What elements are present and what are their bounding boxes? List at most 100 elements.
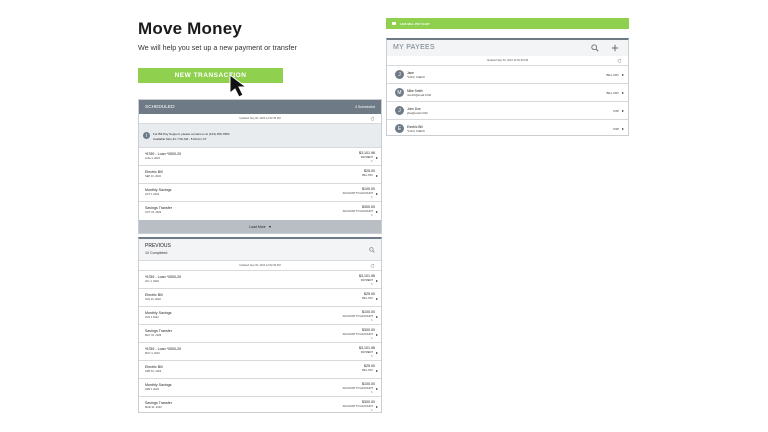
transaction-row[interactable]: Electric Bill JUN 10, 2022 $25.00 BILL PAY <box>139 288 381 306</box>
payee-avatar: J <box>395 106 404 115</box>
chevron-right-icon <box>376 352 378 354</box>
live-chat-label: LIVE BILL PAY CHAT <box>400 21 430 26</box>
chevron-right-icon <box>376 193 378 195</box>
payee-name: Jane <box>407 71 414 75</box>
new-transaction-button[interactable]: NEW TRANSACTION <box>138 68 283 83</box>
transaction-row[interactable]: *6789 - Loan *0500-20 AUG 4, 2022 $3,101.9… <box>139 147 381 165</box>
transaction-type: ACCOUNT TO ACCOUNT <box>342 192 373 195</box>
transaction-amount: $100.00 <box>362 187 375 191</box>
chevron-right-icon <box>376 211 378 213</box>
chevron-right-icon <box>622 74 624 76</box>
transaction-date: JUN 1 2022 <box>145 316 159 319</box>
page-title: Move Money <box>138 19 243 38</box>
plus-icon[interactable] <box>611 44 619 52</box>
transaction-amount: $300.00 <box>362 205 375 209</box>
transaction-name: Electric Bill <box>145 365 163 369</box>
transaction-date: MAY 31, 2022 <box>145 334 162 337</box>
transaction-date: JUL 4, 2022 <box>145 280 159 283</box>
transaction-type: PAYMENT <box>360 156 373 159</box>
payee-row[interactable]: J Jane *1234 | CHECK BILL PAY <box>387 65 628 83</box>
transaction-row[interactable]: Electric Bill APR 10, 2022 $25.00 BILL PAY <box>139 360 381 378</box>
payee-method: BILL PAY <box>606 73 619 77</box>
transaction-row[interactable]: Monthly Savings OCT 1 2022 $100.00 ACCOUNT … <box>139 183 381 201</box>
edit-icon[interactable]: ✎ <box>371 283 373 286</box>
payee-account: jdoe@email.COM <box>407 111 428 115</box>
chevron-right-icon <box>376 280 378 282</box>
transaction-name: Monthly Savings <box>145 311 172 315</box>
load-more-button[interactable]: Load More <box>139 220 381 233</box>
transaction-amount: $3,101.96 <box>359 274 375 278</box>
payee-method: BILL PAY <box>606 91 619 95</box>
transaction-row[interactable]: Monthly Savings APR 1 2022 $100.00 ACCOUNT … <box>139 378 381 396</box>
load-more-label: Load More <box>249 224 266 229</box>
chevron-right-icon <box>376 298 378 300</box>
transaction-type: ACCOUNT TO ACCOUNT <box>342 387 373 390</box>
edit-icon[interactable]: ✎ <box>371 160 373 163</box>
chevron-right-icon <box>376 406 378 408</box>
transaction-amount: $3,101.96 <box>359 151 375 155</box>
support-notice-line2: Available Mon-Fri 7:00 AM - 5:00 Am CT <box>153 137 207 141</box>
chevron-right-icon <box>622 110 624 112</box>
scheduled-updated-text: Updated Sep 30, 2024 12:52:39 PM <box>239 117 281 120</box>
payees-header: MY PAYEES <box>387 40 628 56</box>
chevron-right-icon <box>376 388 378 390</box>
transaction-amount: $100.00 <box>362 310 375 314</box>
edit-icon[interactable]: ✎ <box>371 214 373 217</box>
scheduled-list: *6789 - Loan *0500-20 AUG 4, 2022 $3,101.9… <box>139 147 381 219</box>
transaction-date: MAY 4, 2022 <box>145 352 160 355</box>
transaction-name: Electric Bill <box>145 293 163 297</box>
transaction-type: BILL PAY <box>362 369 373 372</box>
search-icon[interactable] <box>369 247 375 253</box>
transaction-row[interactable]: Electric Bill SEP 10, 2022 $25.00 BILL PAY <box>139 165 381 183</box>
refresh-icon[interactable] <box>617 58 622 63</box>
scheduled-title: SCHEDULED <box>145 104 175 110</box>
transaction-name: Monthly Savings <box>145 188 172 192</box>
payee-method: P2P <box>613 109 619 113</box>
edit-icon[interactable]: ✎ <box>371 196 373 199</box>
transaction-name: Monthly Savings <box>145 383 172 387</box>
transaction-type: PAYMENT <box>360 351 373 354</box>
edit-icon[interactable]: ✎ <box>371 391 373 394</box>
payee-row[interactable]: J John Doe jdoe@email.COM P2P <box>387 101 628 119</box>
transaction-type: ACCOUNT TO ACCOUNT <box>342 405 373 408</box>
info-icon: i <box>143 132 150 139</box>
payee-method: P2P <box>613 127 619 131</box>
cursor-icon <box>229 74 248 98</box>
transaction-name: Electric Bill <box>145 170 163 174</box>
transaction-row[interactable]: *6789 - Loan *0500-20 JUL 4, 2022 $3,101.9… <box>139 270 381 288</box>
transaction-amount: $25.00 <box>364 292 375 296</box>
transaction-row[interactable]: Savings Transfer MAY 31, 2022 $300.00 ACCOU… <box>139 324 381 342</box>
chevron-right-icon <box>376 175 378 177</box>
refresh-icon[interactable] <box>370 116 375 121</box>
live-chat-banner[interactable]: LIVE BILL PAY CHAT <box>386 18 629 29</box>
edit-icon[interactable]: ✎ <box>371 337 373 340</box>
scheduled-header: SCHEDULED 4 Scheduled <box>139 100 381 114</box>
search-icon[interactable] <box>591 44 599 52</box>
refresh-icon[interactable] <box>370 263 375 268</box>
payees-panel: MY PAYEES Updated Sep 30, 2024 12:52:39 … <box>386 38 629 136</box>
transaction-name: Savings Transfer <box>145 329 172 333</box>
previous-list: *6789 - Loan *0500-20 JUL 4, 2022 $3,101.9… <box>139 270 381 414</box>
transaction-row[interactable]: Savings Transfer OCT 31, 2022 $300.00 ACCOU… <box>139 201 381 219</box>
payee-row[interactable]: M Mike Smith msmith@email.COM BILL PAY <box>387 83 628 101</box>
transaction-date: JUN 10, 2022 <box>145 298 161 301</box>
transaction-type: ACCOUNT TO ACCOUNT <box>342 315 373 318</box>
transaction-date: OCT 31, 2022 <box>145 211 162 214</box>
payees-updated: Updated Sep 30, 2024 12:52:39 PM <box>387 56 628 65</box>
transaction-row[interactable]: *6789 - Loan *0500-20 MAY 4, 2022 $3,101.9… <box>139 342 381 360</box>
chevron-right-icon <box>622 92 624 94</box>
chevron-down-icon <box>268 225 271 228</box>
transaction-type: BILL PAY <box>362 297 373 300</box>
payee-account: *1234 | CHECK <box>407 129 425 133</box>
payee-row[interactable]: E Electric Bill *1234 | CHECK P2P <box>387 119 628 137</box>
scheduled-panel: SCHEDULED 4 Scheduled Updated Sep 30, 20… <box>138 99 382 234</box>
edit-icon[interactable]: ✎ <box>371 355 373 358</box>
payee-avatar: E <box>395 124 404 133</box>
edit-icon[interactable]: ✎ <box>371 319 373 322</box>
chevron-right-icon <box>376 370 378 372</box>
transaction-row[interactable]: Monthly Savings JUN 1 2022 $100.00 ACCOUNT … <box>139 306 381 324</box>
chevron-right-icon <box>376 334 378 336</box>
edit-icon[interactable]: ✎ <box>371 409 373 412</box>
transaction-row[interactable]: Savings Transfer MAR 31, 2022 $300.00 ACCOU… <box>139 396 381 414</box>
transaction-name: *6789 - Loan *0500-20 <box>145 152 182 156</box>
